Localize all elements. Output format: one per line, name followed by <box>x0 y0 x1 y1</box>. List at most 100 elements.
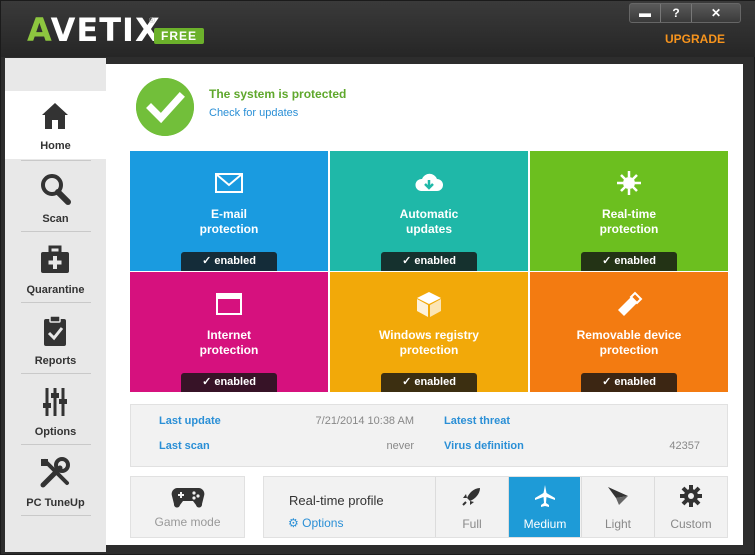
sidebar-item-options[interactable]: Options <box>5 377 106 445</box>
game-mode-button[interactable]: Game mode <box>130 476 245 538</box>
status-badge-text: enabled <box>614 376 656 388</box>
profile-custom-label: Custom <box>670 517 712 531</box>
tile-email-protection[interactable]: E-mail protection ✓ enabled <box>130 151 328 271</box>
profile-medium-button[interactable]: Medium <box>508 477 580 537</box>
gamepad-icon <box>171 488 205 508</box>
protection-tiles: E-mail protection ✓ enabled Automatic upda… <box>130 151 728 393</box>
divider <box>21 373 91 374</box>
tile-label-line2: protection <box>599 222 659 236</box>
cube-icon <box>417 292 441 317</box>
divider <box>21 160 91 161</box>
tile-label: Windows registry protection <box>330 328 528 358</box>
tile-label: Real-time protection <box>530 207 728 237</box>
status-badge: ✓ enabled <box>181 373 277 392</box>
usb-drive-icon <box>618 291 643 316</box>
profile-custom-button[interactable]: Custom <box>654 477 726 537</box>
envelope-icon <box>215 173 243 193</box>
tile-label-line1: E-mail <box>210 207 247 221</box>
tile-label-line1: Real-time <box>601 207 657 221</box>
check-updates-link[interactable]: Check for updates <box>209 107 298 119</box>
tile-label: Automatic updates <box>330 207 528 237</box>
tile-registry-protection[interactable]: Windows registry protection ✓ enabled <box>330 272 528 392</box>
tile-label-line2: protection <box>199 222 259 236</box>
virus-definition-label: Virus definition <box>444 440 524 452</box>
home-icon <box>42 103 68 129</box>
last-scan-label: Last scan <box>159 440 210 452</box>
tile-internet-protection[interactable]: Internet protection ✓ enabled <box>130 272 328 392</box>
profile-options-link[interactable]: ⚙ Options <box>288 516 343 530</box>
tile-label-line2: protection <box>199 343 259 357</box>
divider <box>21 231 91 232</box>
rocket-icon <box>462 488 480 506</box>
free-badge: FREE <box>154 28 204 44</box>
registered-mark: ® <box>149 16 155 25</box>
profile-full-label: Full <box>462 517 482 531</box>
status-badge-text: enabled <box>214 255 256 267</box>
sliders-icon <box>43 388 67 416</box>
gear-icon: ⚙ <box>288 516 299 530</box>
virus-icon <box>617 171 641 195</box>
window-controls: ▬ ? ✕ <box>629 3 741 23</box>
last-scan-value: never <box>386 440 414 452</box>
sidebar: Home Scan Quarantine Reports Options PC … <box>5 58 106 552</box>
last-update-label: Last update <box>159 415 221 427</box>
last-update-value: 7/21/2014 10:38 AM <box>315 415 414 427</box>
tile-label-line2: protection <box>399 343 459 357</box>
profile-full-button[interactable]: Full <box>435 477 507 537</box>
tile-automatic-updates[interactable]: Automatic updates ✓ enabled <box>330 151 528 271</box>
status-badge: ✓ enabled <box>581 373 677 392</box>
sidebar-item-home[interactable]: Home <box>5 91 106 159</box>
sidebar-item-label: Quarantine <box>26 284 85 296</box>
tile-label-line2: protection <box>599 343 659 357</box>
sidebar-item-label: Home <box>40 140 71 152</box>
cloud-download-icon <box>415 173 443 191</box>
clipboard-icon <box>44 315 66 346</box>
realtime-profile-panel: Real-time profile ⚙ Options Full Medium … <box>263 476 728 538</box>
status-badge: ✓ enabled <box>581 252 677 271</box>
virus-definition-value: 42357 <box>669 440 700 452</box>
close-button[interactable]: ✕ <box>692 4 740 22</box>
upgrade-link[interactable]: UPGRADE <box>665 32 725 46</box>
sidebar-item-reports[interactable]: Reports <box>5 306 106 374</box>
help-button[interactable]: ? <box>661 4 692 22</box>
tile-label: Internet protection <box>130 328 328 358</box>
title-bar: AVETIX ® FREE ▬ ? ✕ UPGRADE <box>1 1 755 57</box>
latest-threat-label: Latest threat <box>444 415 511 427</box>
tools-icon <box>40 457 70 488</box>
browser-window-icon <box>216 293 242 315</box>
tile-label-line1: Windows registry <box>379 328 479 342</box>
profile-title: Real-time profile <box>289 493 384 508</box>
sidebar-item-pc-tuneup[interactable]: PC TuneUp <box>5 448 106 516</box>
game-mode-label: Game mode <box>154 515 221 529</box>
scan-info-panel: Last update 7/21/2014 10:38 AM Last scan… <box>130 404 728 467</box>
tile-realtime-protection[interactable]: Real-time protection ✓ enabled <box>530 151 728 271</box>
sidebar-item-label: Reports <box>34 355 77 367</box>
minimize-button[interactable]: ▬ <box>630 4 661 22</box>
profile-options-label: Options <box>302 516 344 530</box>
magnifier-icon <box>41 174 71 205</box>
sidebar-item-label: Options <box>34 426 77 438</box>
profile-light-label: Light <box>604 517 632 531</box>
status-badge: ✓ enabled <box>381 252 477 271</box>
logo-a: A <box>27 11 51 49</box>
paper-plane-icon <box>608 487 628 505</box>
airplane-icon <box>535 485 555 507</box>
status-title: The system is protected <box>209 87 347 101</box>
sidebar-item-scan[interactable]: Scan <box>5 164 106 232</box>
tile-label-line1: Automatic <box>399 207 459 221</box>
sidebar-item-quarantine[interactable]: Quarantine <box>5 235 106 303</box>
gear-icon <box>680 485 702 507</box>
status-badge: ✓ enabled <box>381 373 477 392</box>
tile-removable-protection[interactable]: Removable device protection ✓ enabled <box>530 272 728 392</box>
status-badge-text: enabled <box>414 255 456 267</box>
divider <box>21 302 91 303</box>
sidebar-item-label: Scan <box>42 213 69 225</box>
divider <box>21 515 91 516</box>
medkit-icon <box>41 245 69 273</box>
logo-text: VETIX <box>50 11 161 49</box>
profile-medium-label: Medium <box>523 517 567 531</box>
divider <box>21 444 91 445</box>
profile-light-button[interactable]: Light <box>581 477 653 537</box>
sidebar-item-label: PC TuneUp <box>26 497 85 509</box>
tile-label: Removable device protection <box>530 328 728 358</box>
